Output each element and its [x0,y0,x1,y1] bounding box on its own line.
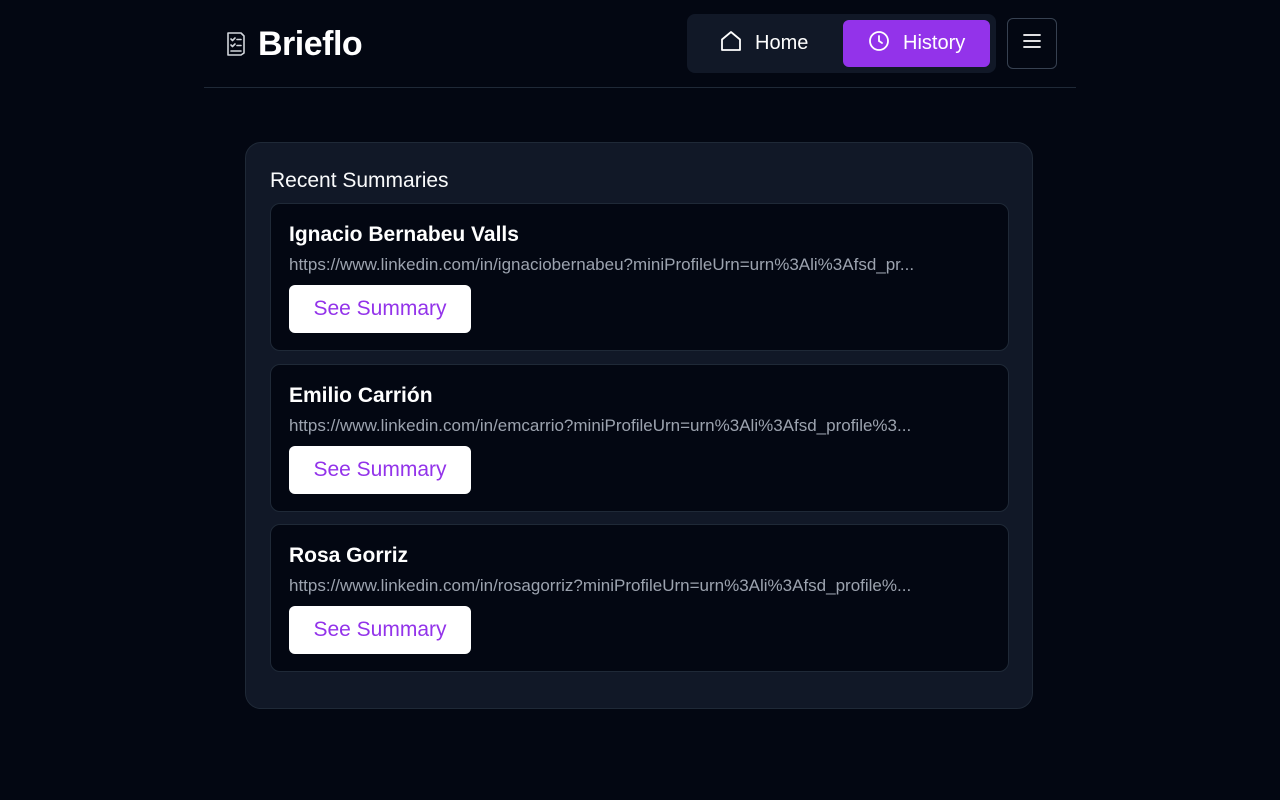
see-summary-button[interactable]: See Summary [289,285,471,333]
brand-name: Brieflo [258,24,363,63]
brand[interactable]: Brieflo [224,24,363,64]
nav-home-label: Home [755,32,809,54]
home-icon [719,29,743,59]
profile-url: https://www.linkedin.com/in/rosagorriz?m… [289,576,912,595]
profile-name: Emilio Carrión [289,384,433,407]
profile-name: Rosa Gorriz [289,544,409,567]
panel-title: Recent Summaries [270,169,449,192]
profile-url: https://www.linkedin.com/in/emcarrio?min… [289,416,912,435]
menu-button[interactable] [1007,18,1057,69]
profile-name: Ignacio Bernabeu Valls [289,223,519,246]
nav-history-label: History [903,32,966,54]
summary-card: Emilio Carrión https://www.linkedin.com/… [270,364,1009,512]
summary-card: Ignacio Bernabeu Valls https://www.linke… [270,203,1009,351]
nav-history-button[interactable]: History [843,20,990,67]
clock-icon [867,29,891,59]
nav-home-button[interactable]: Home [693,20,838,67]
note-list-icon [224,30,248,58]
see-summary-button[interactable]: See Summary [289,446,471,494]
see-summary-button[interactable]: See Summary [289,606,471,654]
top-header: Brieflo Home History [204,0,1076,88]
summary-card: Rosa Gorriz https://www.linkedin.com/in/… [270,524,1009,672]
main-nav: Home History [687,14,996,73]
recent-summaries-panel: Recent Summaries Ignacio Bernabeu Valls … [245,142,1033,709]
hamburger-menu-icon [1022,33,1042,54]
profile-url: https://www.linkedin.com/in/ignacioberna… [289,255,915,274]
